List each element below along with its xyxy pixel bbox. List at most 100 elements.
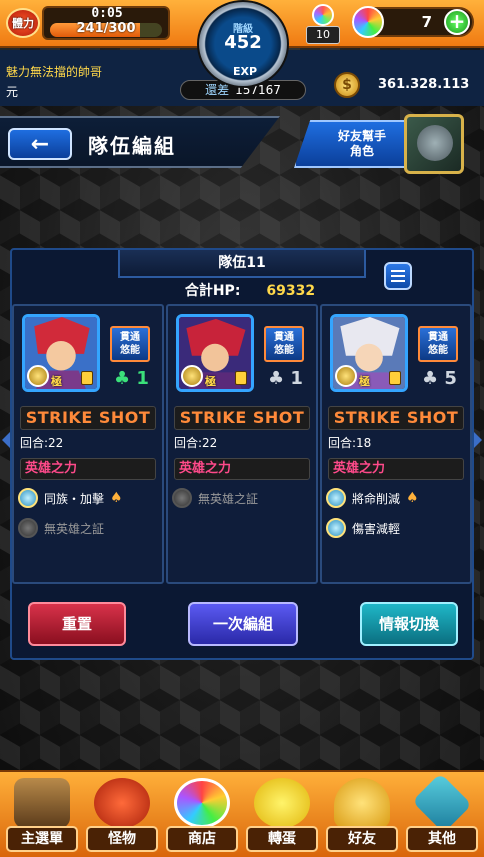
skill-text: 傷害減輕 bbox=[352, 521, 401, 536]
team-slot-3[interactable]: 極 貫通 悠能 ♣ 5 STRIKE SHOT 回合:18 英雄之力 將命削減 … bbox=[320, 304, 472, 584]
strike-shot-label: STRIKE SHOT bbox=[174, 406, 310, 430]
monster-icon bbox=[94, 778, 150, 828]
skill-text: 將命削減 bbox=[352, 491, 401, 506]
egg-icon bbox=[254, 778, 310, 828]
ability-label-2: 悠能 bbox=[274, 345, 294, 356]
strike-shot-turns: 回合:18 bbox=[328, 436, 372, 450]
team-name: 隊伍11 bbox=[118, 250, 366, 278]
exp-label: EXP bbox=[232, 65, 258, 78]
luck-clover: ♣ 5 bbox=[422, 368, 457, 389]
strike-shot-label: STRIKE SHOT bbox=[328, 406, 464, 430]
info-toggle-button[interactable]: 情報切換 bbox=[360, 602, 458, 646]
friend-helper-button[interactable]: 好友幫手 角色 bbox=[294, 120, 410, 168]
ability-label-1: 貫通 bbox=[120, 332, 140, 343]
nav-other-label: 其他 bbox=[406, 826, 478, 852]
nav-other[interactable]: 其他 bbox=[402, 773, 482, 856]
nav-friends[interactable]: 好友 bbox=[322, 774, 402, 856]
hero-power-label: 英雄之力 bbox=[20, 458, 156, 480]
attribute-icon bbox=[335, 365, 357, 387]
nav-gacha-label: 轉蛋 bbox=[246, 826, 318, 852]
ability-badge: 貫通 悠能 bbox=[110, 326, 150, 362]
skill-icon bbox=[18, 488, 38, 508]
castle-icon bbox=[14, 778, 70, 828]
lock-icon bbox=[81, 371, 93, 385]
orb-icon bbox=[352, 6, 384, 38]
skill-text: 同族・加擊 bbox=[44, 491, 105, 506]
character-portrait[interactable]: 極 bbox=[330, 314, 408, 392]
friends-icon bbox=[334, 778, 390, 828]
friend-helper-avatar[interactable] bbox=[404, 114, 464, 174]
skill-text: 無英雄之証 bbox=[198, 491, 259, 506]
gacha-ball-icon bbox=[312, 4, 334, 26]
gacha-ticket-count: 10 bbox=[306, 26, 340, 44]
character-rank: 極 bbox=[205, 375, 216, 388]
hp-label: 合計HP: bbox=[184, 283, 241, 299]
luck-value: 1 bbox=[290, 368, 303, 389]
orb-shop-icon bbox=[174, 778, 230, 828]
nav-shop[interactable]: 商店 bbox=[162, 774, 242, 856]
character-rank: 極 bbox=[51, 375, 62, 388]
back-button[interactable]: ← bbox=[8, 128, 72, 160]
nav-monster[interactable]: 怪物 bbox=[82, 774, 162, 856]
helper-portrait-icon bbox=[417, 125, 453, 161]
bottom-navigation: 主選單 怪物 商店 轉蛋 好友 其他 bbox=[0, 770, 484, 857]
ability-badge: 貫通 悠能 bbox=[264, 326, 304, 362]
attribute-icon bbox=[27, 365, 49, 387]
skill-icon bbox=[326, 518, 346, 538]
skill-icon bbox=[18, 518, 38, 538]
ability-label-2: 悠能 bbox=[120, 345, 140, 356]
exp-remaining-label: 還差 bbox=[205, 83, 230, 97]
luck-clover: ♣ 1 bbox=[268, 368, 303, 389]
skill-text: 無英雄之証 bbox=[44, 521, 105, 536]
luck-value: 1 bbox=[136, 368, 149, 389]
nav-friends-label: 好友 bbox=[326, 826, 398, 852]
strike-shot-turns: 回合:22 bbox=[174, 436, 218, 450]
bottle-icon: ♠ bbox=[110, 490, 123, 506]
orb-counter: 7 + bbox=[352, 6, 474, 38]
stamina-icon: 體力 bbox=[6, 8, 40, 38]
next-team-arrow-icon[interactable] bbox=[474, 432, 482, 448]
character-portrait[interactable]: 極 bbox=[22, 314, 100, 392]
page-title: 隊伍編組 bbox=[88, 134, 176, 158]
gacha-ticket-icon[interactable]: 10 bbox=[306, 4, 340, 44]
team-slot-1[interactable]: 極 貫通 悠能 ♣ 1 STRIKE SHOT 回合:22 英雄之力 同族・加擊… bbox=[12, 304, 164, 584]
rank-value: 452 bbox=[224, 32, 262, 53]
orb-count: 7 bbox=[421, 13, 432, 31]
nav-home-label: 主選單 bbox=[6, 826, 78, 852]
hero-skill-2: 無英雄之証 bbox=[18, 518, 104, 538]
lock-icon bbox=[235, 371, 247, 385]
coin-icon: $ bbox=[334, 72, 360, 98]
character-portrait[interactable]: 極 bbox=[176, 314, 254, 392]
hero-skill-1: 同族・加擊 ♠ bbox=[18, 488, 123, 508]
stamina-value: 241/300 bbox=[76, 21, 136, 36]
ability-label-2: 悠能 bbox=[428, 345, 448, 356]
team-total-hp: 合計HP: 69332 bbox=[150, 280, 350, 302]
attribute-icon bbox=[181, 365, 203, 387]
luck-clover: ♣ 1 bbox=[114, 368, 149, 389]
stamina-box: 0:05 241/300 bbox=[42, 6, 170, 40]
skill-icon bbox=[326, 488, 346, 508]
friend-helper-label-1: 好友幫手 bbox=[337, 129, 386, 143]
player-title: 魅力無法擋的帥哥 bbox=[6, 65, 103, 79]
hero-skill-1: 無英雄之証 bbox=[172, 488, 258, 508]
player-rank-badge: 階級 452 EXP bbox=[197, 0, 289, 88]
luck-value: 5 bbox=[444, 368, 457, 389]
bulk-organize-button[interactable]: 一次編組 bbox=[188, 602, 298, 646]
lock-icon bbox=[389, 371, 401, 385]
stamina-timer: 0:05 bbox=[91, 6, 123, 21]
coin-value: 361.328.113 bbox=[378, 77, 470, 92]
team-list-button[interactable] bbox=[384, 262, 412, 290]
add-orb-button[interactable]: + bbox=[444, 9, 470, 35]
hero-skill-2: 傷害減輕 bbox=[326, 518, 400, 538]
ability-label-1: 貫通 bbox=[274, 332, 294, 343]
nav-gacha[interactable]: 轉蛋 bbox=[242, 774, 322, 856]
question-icon bbox=[412, 773, 472, 833]
reset-button[interactable]: 重置 bbox=[28, 602, 126, 646]
prev-team-arrow-icon[interactable] bbox=[2, 432, 10, 448]
hero-skill-1: 將命削減 ♠ bbox=[326, 488, 419, 508]
ability-badge: 貫通 悠能 bbox=[418, 326, 458, 362]
nav-monster-label: 怪物 bbox=[86, 826, 158, 852]
team-slot-2[interactable]: 極 貫通 悠能 ♣ 1 STRIKE SHOT 回合:22 英雄之力 無英雄之証 bbox=[166, 304, 318, 584]
ability-label-1: 貫通 bbox=[428, 332, 448, 343]
nav-home[interactable]: 主選單 bbox=[2, 774, 82, 856]
